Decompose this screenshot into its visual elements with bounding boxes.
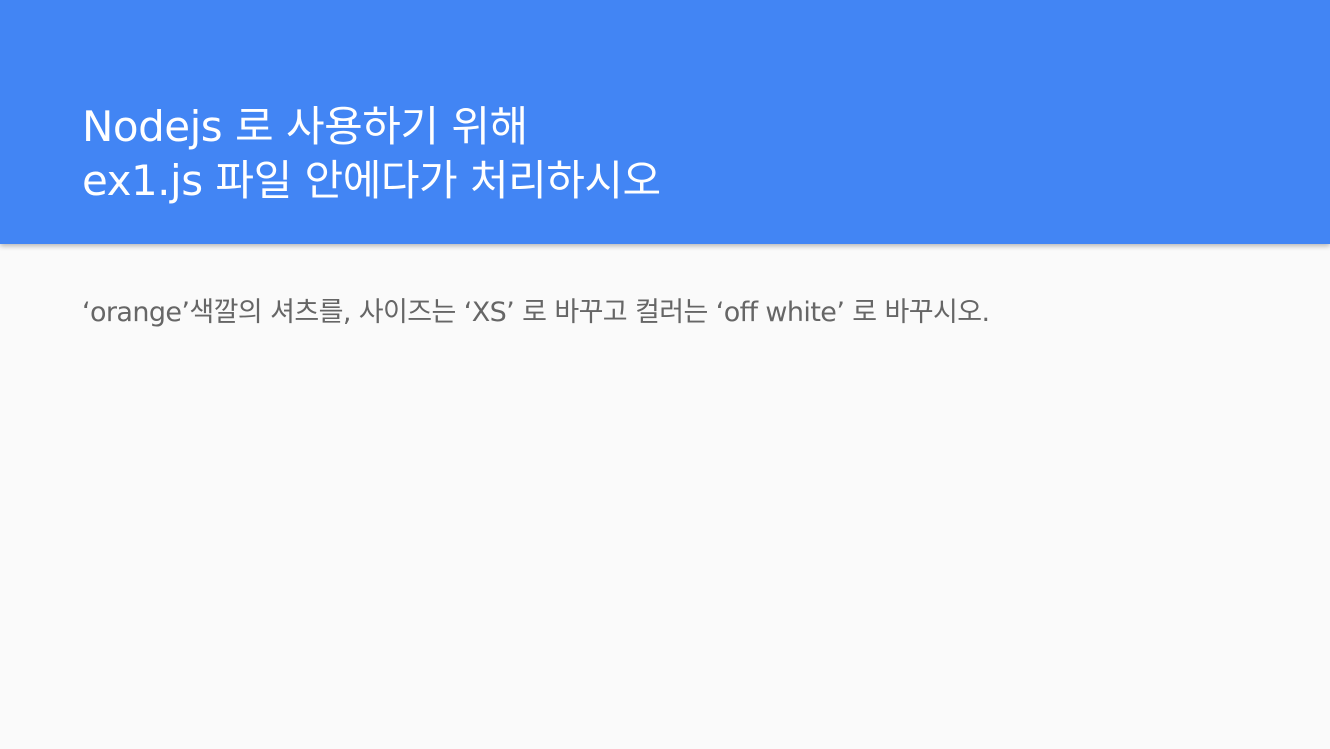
slide-title-line-2: ex1.js 파일 안에다가 처리하시오 (82, 156, 661, 205)
slide-header: Nodejs 로 사용하기 위해 ex1.js 파일 안에다가 처리하시오 (0, 0, 1330, 244)
slide-title-line-1: Nodejs 로 사용하기 위해 (82, 102, 528, 151)
slide: Nodejs 로 사용하기 위해 ex1.js 파일 안에다가 처리하시오 ‘o… (0, 0, 1330, 749)
slide-body-text: ‘orange’색깔의 셔츠를, 사이즈는 ‘XS’ 로 바꾸고 컬러는 ‘of… (82, 297, 990, 328)
slide-title: Nodejs 로 사용하기 위해 ex1.js 파일 안에다가 처리하시오 (82, 100, 661, 208)
